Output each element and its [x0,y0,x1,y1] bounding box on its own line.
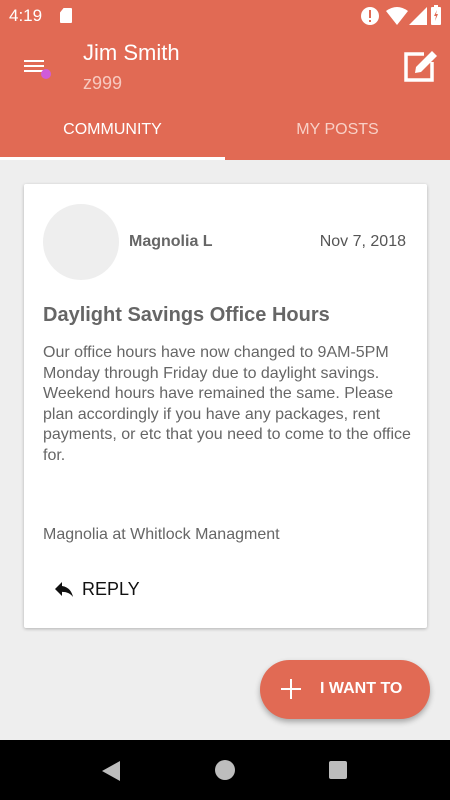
menu-button[interactable] [20,52,52,84]
reply-label: REPLY [82,578,140,599]
user-id: z999 [83,73,123,93]
avatar [43,204,119,280]
tab-community[interactable]: COMMUNITY [0,115,225,160]
compose-icon[interactable] [398,46,440,88]
alert-icon [361,7,379,25]
back-icon[interactable] [100,760,122,782]
notification-dot [41,69,51,79]
i-want-to-button[interactable]: I WANT TO [260,660,430,719]
tab-my-posts[interactable]: MY POSTS [225,115,450,160]
user-name: Jim Smith [83,40,180,65]
post-date: Nov 7, 2018 [319,233,406,250]
fab-label: I WANT TO [320,680,403,697]
system-nav-bar [0,740,450,800]
tab-indicator [0,157,225,160]
post-body: Our office hours have now changed to 9AM… [43,344,411,464]
status-time: 4:19 [9,6,43,25]
app-bar: Jim Smith z999 COMMUNITY MY POSTS [0,32,450,160]
reply-button[interactable]: REPLY [52,574,140,604]
signal-icon [409,7,427,25]
recents-icon[interactable] [329,761,347,779]
home-icon[interactable] [215,760,235,780]
reply-icon [55,582,73,597]
battery-icon [431,5,441,25]
post-card: Magnolia L Nov 7, 2018 Daylight Savings … [24,184,427,628]
post-signature: Magnolia at Whitlock Managment [43,526,280,543]
status-bar: 4:19 [0,0,450,32]
sd-card-icon [60,8,72,23]
post-title: Daylight Savings Office Hours [43,304,330,326]
wifi-icon [386,7,408,25]
plus-icon [281,679,301,699]
post-author: Magnolia L [129,233,213,250]
